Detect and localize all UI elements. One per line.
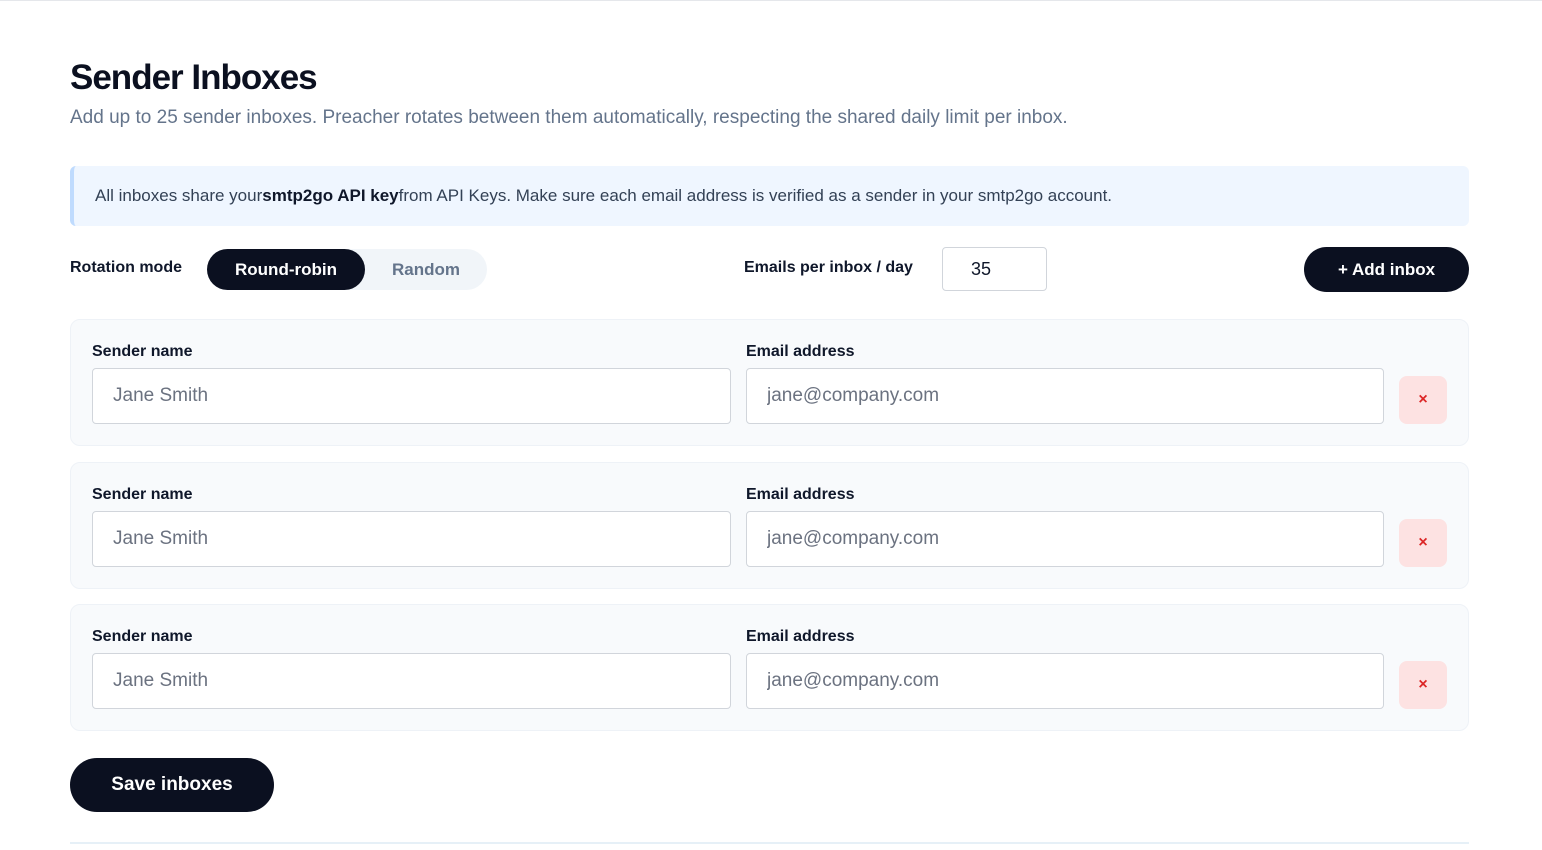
section-divider <box>70 842 1469 844</box>
close-icon: × <box>1418 676 1428 693</box>
sender-name-label: Sender name <box>92 486 193 503</box>
remove-inbox-button[interactable]: × <box>1399 661 1447 709</box>
inbox-card: Sender name Email address × <box>70 319 1469 446</box>
rotation-mode-label: Rotation mode <box>70 259 182 276</box>
close-icon: × <box>1418 534 1428 551</box>
email-address-label: Email address <box>746 628 855 645</box>
emails-per-day-input[interactable] <box>942 247 1047 291</box>
remove-inbox-button[interactable]: × <box>1399 376 1447 424</box>
sender-name-label: Sender name <box>92 628 193 645</box>
sender-name-input[interactable] <box>92 653 731 709</box>
notice-text-suffix: from API Keys. Make sure each email addr… <box>398 186 1113 205</box>
add-inbox-button[interactable]: + Add inbox <box>1304 247 1469 292</box>
inbox-card: Sender name Email address × <box>70 604 1469 731</box>
sender-name-input[interactable] <box>92 368 731 424</box>
rotation-controls: Rotation mode Round-robin Random Emails … <box>70 247 1469 292</box>
email-address-input[interactable] <box>746 511 1384 567</box>
page-subtitle: Add up to 25 sender inboxes. Preacher ro… <box>70 107 1068 128</box>
inbox-card: Sender name Email address × <box>70 462 1469 589</box>
info-notice: All inboxes share your smtp2go API key f… <box>70 166 1469 226</box>
email-address-label: Email address <box>746 486 855 503</box>
rotation-option-round-robin[interactable]: Round-robin <box>207 249 365 290</box>
notice-text-bold: smtp2go API key <box>262 186 399 205</box>
rotation-mode-toggle: Round-robin Random <box>207 249 487 290</box>
emails-per-day-label: Emails per inbox / day <box>744 259 913 276</box>
remove-inbox-button[interactable]: × <box>1399 519 1447 567</box>
close-icon: × <box>1418 391 1428 408</box>
sender-name-input[interactable] <box>92 511 731 567</box>
top-divider <box>0 0 1542 1</box>
email-address-input[interactable] <box>746 368 1384 424</box>
rotation-option-random[interactable]: Random <box>365 249 487 290</box>
notice-text-prefix: All inboxes share your <box>95 186 263 205</box>
save-inboxes-button[interactable]: Save inboxes <box>70 758 274 812</box>
page-title: Sender Inboxes <box>70 58 318 97</box>
email-address-label: Email address <box>746 343 855 360</box>
sender-name-label: Sender name <box>92 343 193 360</box>
email-address-input[interactable] <box>746 653 1384 709</box>
